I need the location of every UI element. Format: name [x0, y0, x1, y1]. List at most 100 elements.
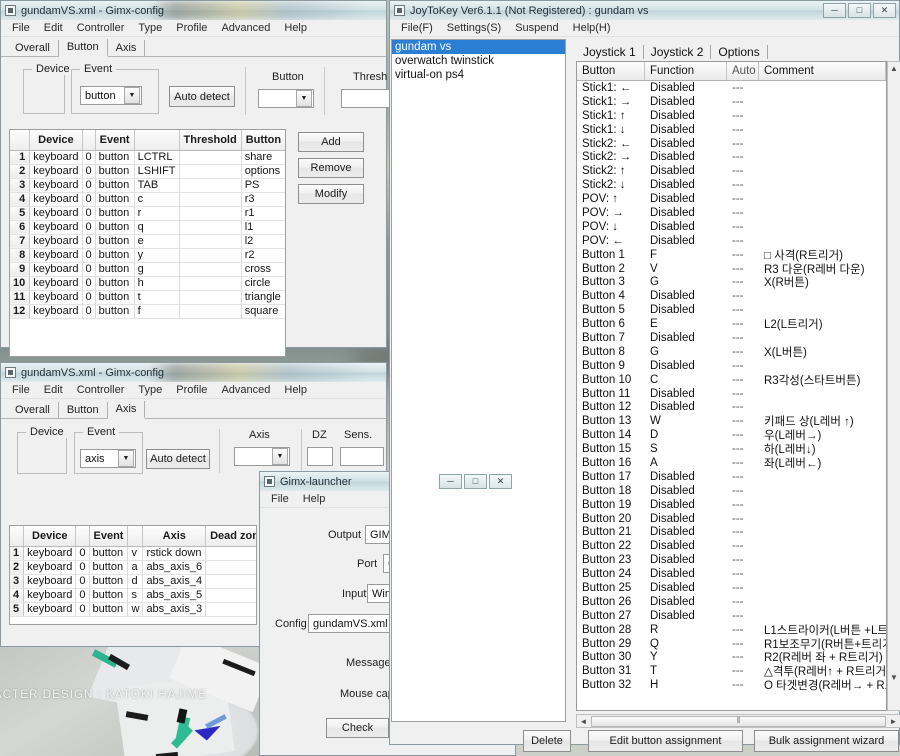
- tab-axis[interactable]: Axis: [107, 401, 146, 419]
- menu-file[interactable]: File: [5, 22, 37, 34]
- assignment-row[interactable]: Button 17 Disabled ---: [577, 470, 886, 484]
- menu-type[interactable]: Type: [131, 22, 169, 34]
- axis-mappings-grid[interactable]: Device Event Axis Dead zone Se 1keyboard…: [9, 525, 257, 625]
- assignment-row[interactable]: POV: → Disabled ---: [577, 206, 886, 220]
- assignment-row[interactable]: Button 2 V --- R3 다운(R레버 다운): [577, 262, 886, 276]
- grid-vertical-scrollbar[interactable]: ▲ ▼: [887, 61, 900, 711]
- assignment-row[interactable]: Stick2: ↑ Disabled ---: [577, 164, 886, 178]
- modify-button[interactable]: Modify: [298, 184, 364, 204]
- axis-combo[interactable]: ▼: [234, 447, 290, 466]
- table-row[interactable]: 5 keyboard 0 button r r1: [10, 206, 285, 221]
- tab-button[interactable]: Button: [58, 39, 108, 57]
- assignment-row[interactable]: Stick2: → Disabled ---: [577, 150, 886, 164]
- button-combo[interactable]: ▼: [258, 89, 314, 108]
- assignment-row[interactable]: Button 15 S --- 하(L레버↓): [577, 442, 886, 456]
- assignment-row[interactable]: POV: ↓ Disabled ---: [577, 220, 886, 234]
- window-controls[interactable]: ─ □ ✕: [439, 474, 515, 489]
- menu-file[interactable]: File: [264, 493, 296, 505]
- tab-options[interactable]: Options: [711, 45, 768, 59]
- tab-overall[interactable]: Overall: [7, 402, 59, 418]
- assignment-row[interactable]: Button 23 Disabled ---: [577, 553, 886, 567]
- table-row[interactable]: 2 keyboard 0 button LSHIFT options: [10, 164, 285, 179]
- window-controls[interactable]: ─ □ ✕: [823, 3, 899, 18]
- assignment-row[interactable]: Stick1: ↑ Disabled ---: [577, 109, 886, 123]
- assignment-row[interactable]: POV: ← Disabled ---: [577, 234, 886, 248]
- auto-detect-button[interactable]: Auto detect: [169, 86, 235, 107]
- assignment-row[interactable]: Button 8 G --- X(L버튼): [577, 345, 886, 359]
- table-row[interactable]: 5 keyboard 0 button w abs_axis_3: [10, 602, 256, 617]
- chevron-down-icon[interactable]: ▼: [124, 87, 140, 104]
- assignment-row[interactable]: POV: ↑ Disabled ---: [577, 192, 886, 206]
- chevron-down-icon[interactable]: ▼: [272, 448, 288, 465]
- assignment-row[interactable]: Button 18 Disabled ---: [577, 484, 886, 498]
- sens-input[interactable]: [340, 447, 384, 466]
- remove-button[interactable]: Remove: [298, 158, 364, 178]
- menu-settings[interactable]: Settings(S): [440, 22, 508, 34]
- table-row[interactable]: 3 keyboard 0 button d abs_axis_4: [10, 574, 256, 589]
- auto-detect-button[interactable]: Auto detect: [146, 449, 210, 469]
- tabstrip[interactable]: Overall Button Axis: [1, 399, 386, 419]
- check-button[interactable]: Check: [326, 718, 389, 738]
- titlebar[interactable]: Gimx-launcher ─ □ ✕: [260, 472, 515, 491]
- assignment-row[interactable]: Stick1: ↓ Disabled ---: [577, 123, 886, 137]
- edit-button-assignment-button[interactable]: Edit button assignment: [588, 730, 743, 752]
- scroll-thumb[interactable]: ⦀: [591, 715, 886, 727]
- menu-help[interactable]: Help: [277, 384, 314, 396]
- menu-advanced[interactable]: Advanced: [214, 384, 277, 396]
- assignment-row[interactable]: Button 4 Disabled ---: [577, 289, 886, 303]
- scroll-track[interactable]: [888, 75, 900, 671]
- chevron-down-icon[interactable]: ▼: [296, 90, 312, 107]
- menubar[interactable]: File Edit Controller Type Profile Advanc…: [1, 382, 386, 399]
- menu-edit[interactable]: Edit: [37, 384, 70, 396]
- assignment-row[interactable]: Button 16 A --- 좌(L레버←): [577, 456, 886, 470]
- menu-suspend[interactable]: Suspend: [508, 22, 565, 34]
- assignment-row[interactable]: Button 13 W --- 키패드 상(L레버 ↑): [577, 414, 886, 428]
- table-row[interactable]: 2 keyboard 0 button a abs_axis_6: [10, 560, 256, 575]
- assignment-row[interactable]: Button 1 F --- □ 사격(R트리거): [577, 248, 886, 262]
- menu-profile[interactable]: Profile: [169, 22, 214, 34]
- button-mappings-grid[interactable]: Device Event Threshold Button Label 1key…: [9, 129, 286, 357]
- menu-file[interactable]: File(F): [394, 22, 440, 34]
- table-row[interactable]: 8 keyboard 0 button y r2: [10, 248, 285, 263]
- tab-overall[interactable]: Overall: [7, 40, 59, 56]
- bulk-assignment-wizard-button[interactable]: Bulk assignment wizard: [754, 730, 899, 752]
- table-row[interactable]: 12 keyboard 0 button f square: [10, 304, 285, 319]
- table-row[interactable]: 4 keyboard 0 button s abs_axis_5: [10, 588, 256, 603]
- joytokey-window[interactable]: JoyToKey Ver6.1.1 (Not Registered) : gun…: [389, 0, 900, 752]
- assignment-row[interactable]: Button 9 Disabled ---: [577, 359, 886, 373]
- minimize-button[interactable]: ─: [439, 474, 462, 489]
- titlebar[interactable]: gundamVS.xml - Gimx-config: [1, 1, 386, 20]
- assignment-row[interactable]: Button 11 Disabled ---: [577, 387, 886, 401]
- menubar[interactable]: File(F) Settings(S) Suspend Help(H): [390, 20, 899, 37]
- assignment-row[interactable]: Button 21 Disabled ---: [577, 526, 886, 540]
- assignment-row[interactable]: Button 5 Disabled ---: [577, 303, 886, 317]
- titlebar[interactable]: JoyToKey Ver6.1.1 (Not Registered) : gun…: [390, 1, 899, 20]
- chevron-down-icon[interactable]: ▼: [118, 450, 134, 467]
- assignment-row[interactable]: Button 6 E --- L2(L트리거): [577, 317, 886, 331]
- table-row[interactable]: 1 keyboard 0 button v rstick down: [10, 546, 256, 561]
- profile-list-item[interactable]: virtual-on ps4: [392, 68, 565, 82]
- table-row[interactable]: 6 keyboard 0 button q l1: [10, 220, 285, 235]
- event-type-combo[interactable]: button ▼: [80, 86, 142, 105]
- profile-list-item[interactable]: overwatch twinstick: [392, 54, 565, 68]
- assignment-row[interactable]: Button 10 C --- R3각성(스타트버튼): [577, 373, 886, 387]
- event-type-combo[interactable]: axis ▼: [80, 449, 136, 468]
- assignment-row[interactable]: Button 12 Disabled ---: [577, 400, 886, 414]
- assignment-row[interactable]: Button 26 Disabled ---: [577, 595, 886, 609]
- tab-joystick-1[interactable]: Joystick 1: [576, 45, 644, 59]
- minimize-button[interactable]: ─: [823, 3, 846, 18]
- menu-profile[interactable]: Profile: [169, 384, 214, 396]
- scroll-right-arrow[interactable]: ►: [887, 717, 900, 726]
- table-row[interactable]: 9 keyboard 0 button g cross: [10, 262, 285, 277]
- titlebar[interactable]: gundamVS.xml - Gimx-config: [1, 363, 386, 382]
- assignment-row[interactable]: Button 14 D --- 우(L레버→): [577, 428, 886, 442]
- assignment-row[interactable]: Button 3 G --- X(R버튼): [577, 275, 886, 289]
- assignment-row[interactable]: Button 20 Disabled ---: [577, 512, 886, 526]
- assignment-row[interactable]: Button 24 Disabled ---: [577, 567, 886, 581]
- grid-horizontal-scrollbar[interactable]: ◄ ⦀ ►: [576, 714, 900, 728]
- maximize-button[interactable]: □: [464, 474, 487, 489]
- table-row[interactable]: 10 keyboard 0 button h circle: [10, 276, 285, 291]
- delete-button[interactable]: Delete: [523, 730, 571, 752]
- assignment-row[interactable]: Button 7 Disabled ---: [577, 331, 886, 345]
- assignment-row[interactable]: Stick2: ↓ Disabled ---: [577, 178, 886, 192]
